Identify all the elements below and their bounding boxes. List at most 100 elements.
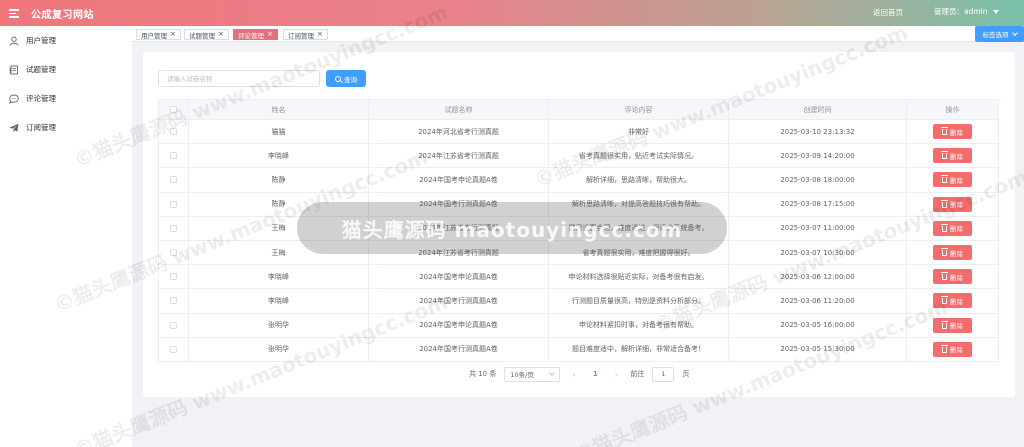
menu-toggle-icon[interactable] xyxy=(9,8,23,18)
action-cell: 删除 xyxy=(906,336,999,362)
table-row: 李晓峰 2024年国考行测真题A卷 行测题目质量很高，特别是资料分析部分。 2025-… xyxy=(158,288,999,314)
delete-button[interactable]: 删除 xyxy=(933,245,972,261)
goto-page-input[interactable] xyxy=(652,366,675,382)
delete-label: 删除 xyxy=(950,322,963,331)
trash-icon xyxy=(941,296,948,305)
select-cell xyxy=(158,215,189,241)
time-cell: 2025-03-09 14:20:00 xyxy=(728,143,907,169)
tab-label: 评论管理 xyxy=(238,31,264,40)
trash-icon xyxy=(941,199,948,208)
delete-button[interactable]: 删除 xyxy=(933,269,972,285)
select-cell xyxy=(158,312,189,338)
time-cell: 2025-03-05 15:30:00 xyxy=(728,336,907,362)
close-icon[interactable]: × xyxy=(267,31,273,38)
delete-label: 删除 xyxy=(950,273,963,282)
sidebar-item-comments[interactable]: 评论管理 xyxy=(0,84,132,113)
tab-subscriptions[interactable]: 订阅管理 × xyxy=(283,29,328,40)
time-cell: 2025-03-06 11:20:00 xyxy=(728,288,907,314)
row-checkbox[interactable] xyxy=(170,128,177,136)
time-cell: 2025-03-08 18:00:00 xyxy=(728,167,907,193)
close-icon[interactable]: × xyxy=(218,31,224,38)
next-page-icon[interactable]: › xyxy=(610,370,622,379)
comment-cell: 申论材料选择很贴近实际，对备考很有启发。 xyxy=(548,264,729,290)
name-cell: 李晓峰 xyxy=(188,264,369,290)
prev-page-icon[interactable]: ‹ xyxy=(568,370,580,379)
tab-comments[interactable]: 评论管理 × xyxy=(233,29,278,40)
delete-button[interactable]: 删除 xyxy=(933,172,972,188)
user-menu[interactable]: 管理员：admin xyxy=(934,6,999,17)
page-number-current[interactable]: 1 xyxy=(588,370,602,378)
table-row: 陈静 2024年国考行测真题A卷 解析思路清晰，对提高答题技巧很有帮助。 2025-0… xyxy=(158,191,999,217)
select-all-checkbox[interactable] xyxy=(170,106,177,113)
delete-button[interactable]: 删除 xyxy=(933,317,972,333)
delete-label: 删除 xyxy=(950,201,963,210)
trash-icon xyxy=(941,272,948,281)
delete-label: 删除 xyxy=(950,249,963,258)
column-header[interactable]: 评论内容 xyxy=(548,99,729,120)
tab-label: 试题管理 xyxy=(189,31,215,40)
search-button[interactable]: 查询 xyxy=(326,70,366,87)
action-cell: 删除 xyxy=(906,191,999,217)
delete-button[interactable]: 删除 xyxy=(933,293,972,309)
comment-cell: 题目设置合理，难度递进，很适合系统备考。 xyxy=(548,215,729,241)
delete-button[interactable]: 删除 xyxy=(933,148,972,164)
comment-cell: 非常好 xyxy=(548,118,729,145)
close-icon[interactable]: × xyxy=(317,31,323,38)
row-checkbox[interactable] xyxy=(170,249,177,257)
column-header[interactable]: 姓名 xyxy=(188,99,369,120)
time-cell: 2025-03-08 17:15:00 xyxy=(728,191,907,217)
comments-table: 姓名 试题名称 评论内容 创建时间 操作 猫猫 2024年河北省考行测真题 非常好 2… xyxy=(158,99,999,362)
row-checkbox[interactable] xyxy=(170,273,177,281)
home-link[interactable]: 返回首页 xyxy=(873,7,903,18)
sidebar-item-users[interactable]: 用户管理 xyxy=(0,26,132,55)
sidebar-item-subscriptions[interactable]: 订阅管理 xyxy=(0,113,132,142)
search-input[interactable] xyxy=(158,70,320,87)
close-icon[interactable]: × xyxy=(170,31,176,38)
sidebar-item-label: 试题管理 xyxy=(26,65,56,74)
row-checkbox[interactable] xyxy=(170,224,177,232)
column-header[interactable]: 创建时间 xyxy=(728,99,907,120)
sidebar-item-questions[interactable]: 试题管理 xyxy=(0,55,132,84)
select-cell xyxy=(158,191,189,217)
time-cell: 2025-03-07 10:30:00 xyxy=(728,239,907,266)
row-checkbox[interactable] xyxy=(170,321,177,329)
trash-icon xyxy=(941,223,948,232)
time-cell: 2025-03-06 12:00:00 xyxy=(728,264,907,290)
tab-users[interactable]: 用户管理 × xyxy=(136,29,181,40)
action-cell: 删除 xyxy=(906,143,999,169)
row-checkbox[interactable] xyxy=(170,176,177,184)
table-row: 猫猫 2024年河北省考行测真题 非常好 2025-03-10 23:13:32 删除 xyxy=(158,118,999,145)
exam-cell: 2024年国考申论真题A卷 xyxy=(368,264,549,290)
row-checkbox[interactable] xyxy=(170,152,177,160)
name-cell: 李晓峰 xyxy=(188,288,369,314)
delete-label: 删除 xyxy=(950,346,963,355)
page-size-select[interactable]: 10条/页 xyxy=(504,366,561,382)
action-cell: 删除 xyxy=(906,264,999,290)
select-cell xyxy=(158,288,189,314)
tab-questions[interactable]: 试题管理 × xyxy=(184,29,229,40)
delete-label: 删除 xyxy=(950,152,963,161)
user-icon xyxy=(9,36,19,46)
table-row: 王梅 2024年江苏省考行测真题 省考真题很实用，难度把握得很好。 2025-03-0… xyxy=(158,239,999,266)
select-cell xyxy=(158,143,189,169)
exam-cell: 2024年江苏省考行测真题 xyxy=(368,143,549,169)
column-header[interactable]: 试题名称 xyxy=(368,99,549,120)
exam-cell: 2024年江苏省考行测真题 xyxy=(368,215,549,241)
row-checkbox[interactable] xyxy=(170,297,177,305)
sidebar: 用户管理 试题管理 评论管理 订阅管理 xyxy=(0,26,132,447)
delete-button[interactable]: 删除 xyxy=(933,124,972,140)
name-cell: 李晓峰 xyxy=(188,143,369,169)
action-cell: 删除 xyxy=(906,239,999,266)
tab-options-button[interactable]: 标签选项 xyxy=(975,26,1024,42)
page-suffix: 页 xyxy=(682,370,690,378)
row-checkbox[interactable] xyxy=(170,345,177,353)
action-cell: 删除 xyxy=(906,118,999,145)
delete-button[interactable]: 删除 xyxy=(933,341,972,357)
table-row: 张明华 2024年国考申论真题A卷 申论材料紧扣时事，对备考很有帮助。 2025-03… xyxy=(158,312,999,338)
select-cell xyxy=(158,118,189,145)
trash-icon xyxy=(941,320,948,329)
delete-button[interactable]: 删除 xyxy=(933,220,972,236)
delete-button[interactable]: 删除 xyxy=(933,196,972,212)
tab-options-label: 标签选项 xyxy=(982,31,1009,39)
row-checkbox[interactable] xyxy=(170,200,177,208)
